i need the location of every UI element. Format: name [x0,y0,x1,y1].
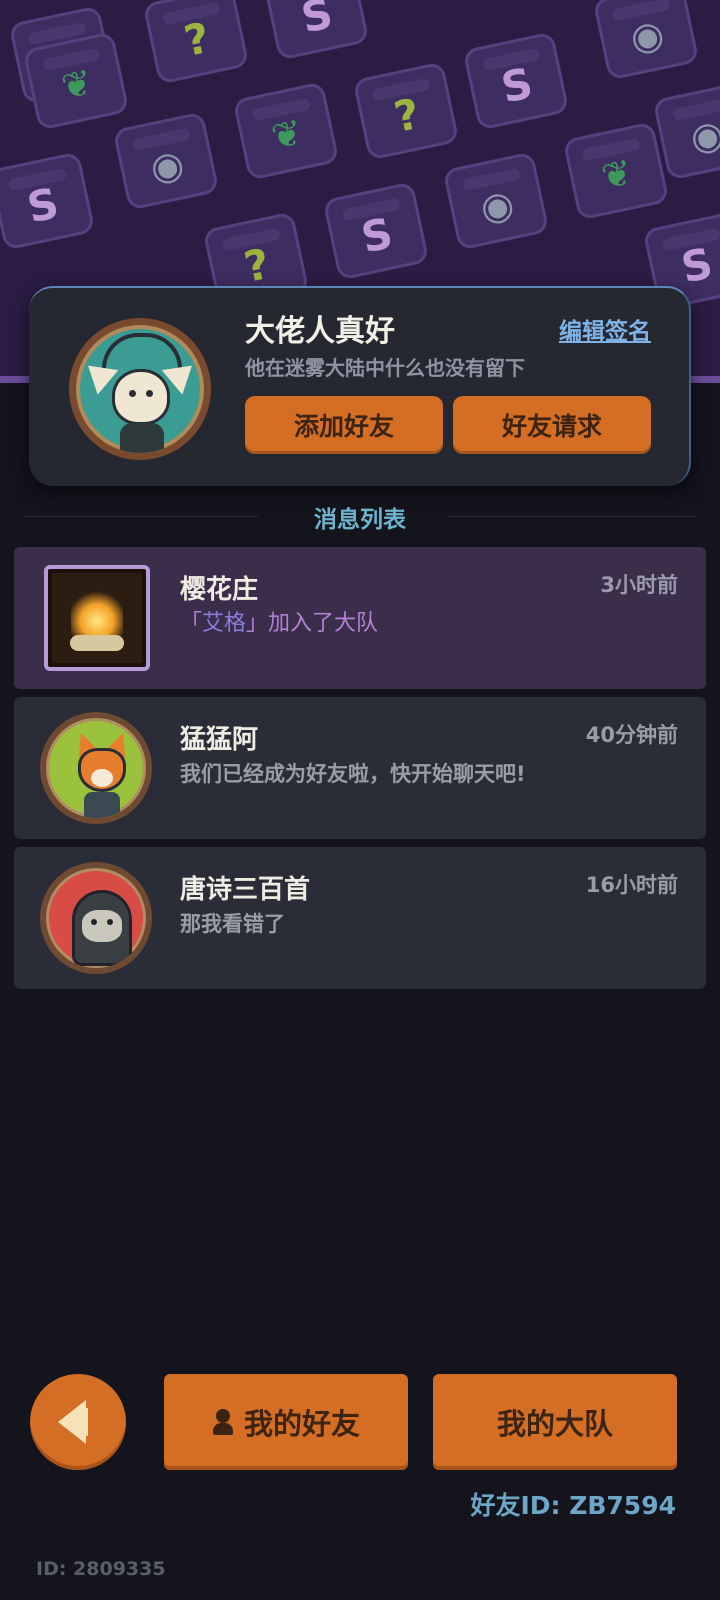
my-squad-button[interactable]: 我的大队 [433,1374,677,1470]
bracket-close-text: 」加入了大队 [246,611,379,636]
banner-tile-icon: S [262,0,370,61]
user-id-text: ID: 2809335 [36,1558,166,1580]
add-friend-button[interactable]: 添加好友 [245,396,443,454]
message-time: 40分钟前 [585,723,678,747]
banner-tile-icon: ◉ [592,0,700,81]
profile-card: 大佬人真好 编辑签名 他在迷雾大陆中什么也没有留下 添加好友 好友请求 [29,286,691,486]
message-item-friend[interactable]: 猛猛阿 40分钟前 我们已经成为好友啦，快开始聊天吧! [14,697,706,839]
message-sender-name: 猛猛阿 [180,725,259,755]
message-time: 16小时前 [585,873,678,897]
message-sender-name: 樱花庄 [180,575,259,605]
hooded-cat-avatar [40,862,152,974]
body-shape [84,792,120,818]
message-sender-name: 唐诗三百首 [180,875,311,905]
banner-tile-icon: ◉ [652,81,720,181]
fox-avatar [40,712,152,824]
banner-tile-icon: ? [352,61,460,161]
profile-signature: 他在迷雾大陆中什么也没有留下 [245,356,525,380]
stones-shape [70,635,124,651]
fox-head-shape [78,748,126,792]
banner-tile-icon: ◉ [112,111,220,211]
bracket-open: 「 [180,611,203,636]
my-friends-button[interactable]: 我的好友 [164,1374,408,1470]
my-squad-label: 我的大队 [496,1407,613,1441]
message-preview: 「艾格」加入了大队 [180,609,570,639]
cat-face-shape [82,910,122,942]
banner-tile-icon: S [322,181,430,281]
person-icon [212,1409,234,1435]
profile-avatar[interactable] [69,318,211,460]
message-preview: 那我看错了 [180,912,285,936]
cat-head-shape [112,369,170,425]
banner-tile-icon: ❦ [562,121,670,221]
friend-id-text: 好友ID: ZB7594 [470,1491,676,1520]
message-preview: 我们已经成为好友啦，快开始聊天吧! [180,762,526,786]
message-item-friend[interactable]: 唐诗三百首 16小时前 那我看错了 [14,847,706,989]
message-item-squad[interactable]: 樱花庄 3小时前 「艾格」加入了大队 [14,547,706,689]
back-button[interactable] [30,1374,126,1470]
body-shape [120,423,164,453]
back-arrow-icon [58,1400,88,1444]
banner-tile-icon: S [462,31,570,131]
my-friends-label: 我的好友 [243,1407,360,1441]
profile-name: 大佬人真好 [245,314,395,349]
banner-tile-icon: S [0,151,96,251]
friend-requests-button[interactable]: 好友请求 [453,396,651,454]
banner-tile-icon: ? [142,0,250,85]
message-time: 3小时前 [600,573,678,597]
banner-tile-icon: ◉ [442,151,550,251]
message-list-title: 消息列表 [314,507,406,533]
banner-tile-icon: ❦ [22,31,130,131]
banner-tile-icon: ❦ [232,81,340,181]
campfire-icon [44,565,150,671]
edit-signature-link[interactable]: 编辑签名 [559,312,651,346]
member-name-tag[interactable]: 艾格 [202,611,246,636]
